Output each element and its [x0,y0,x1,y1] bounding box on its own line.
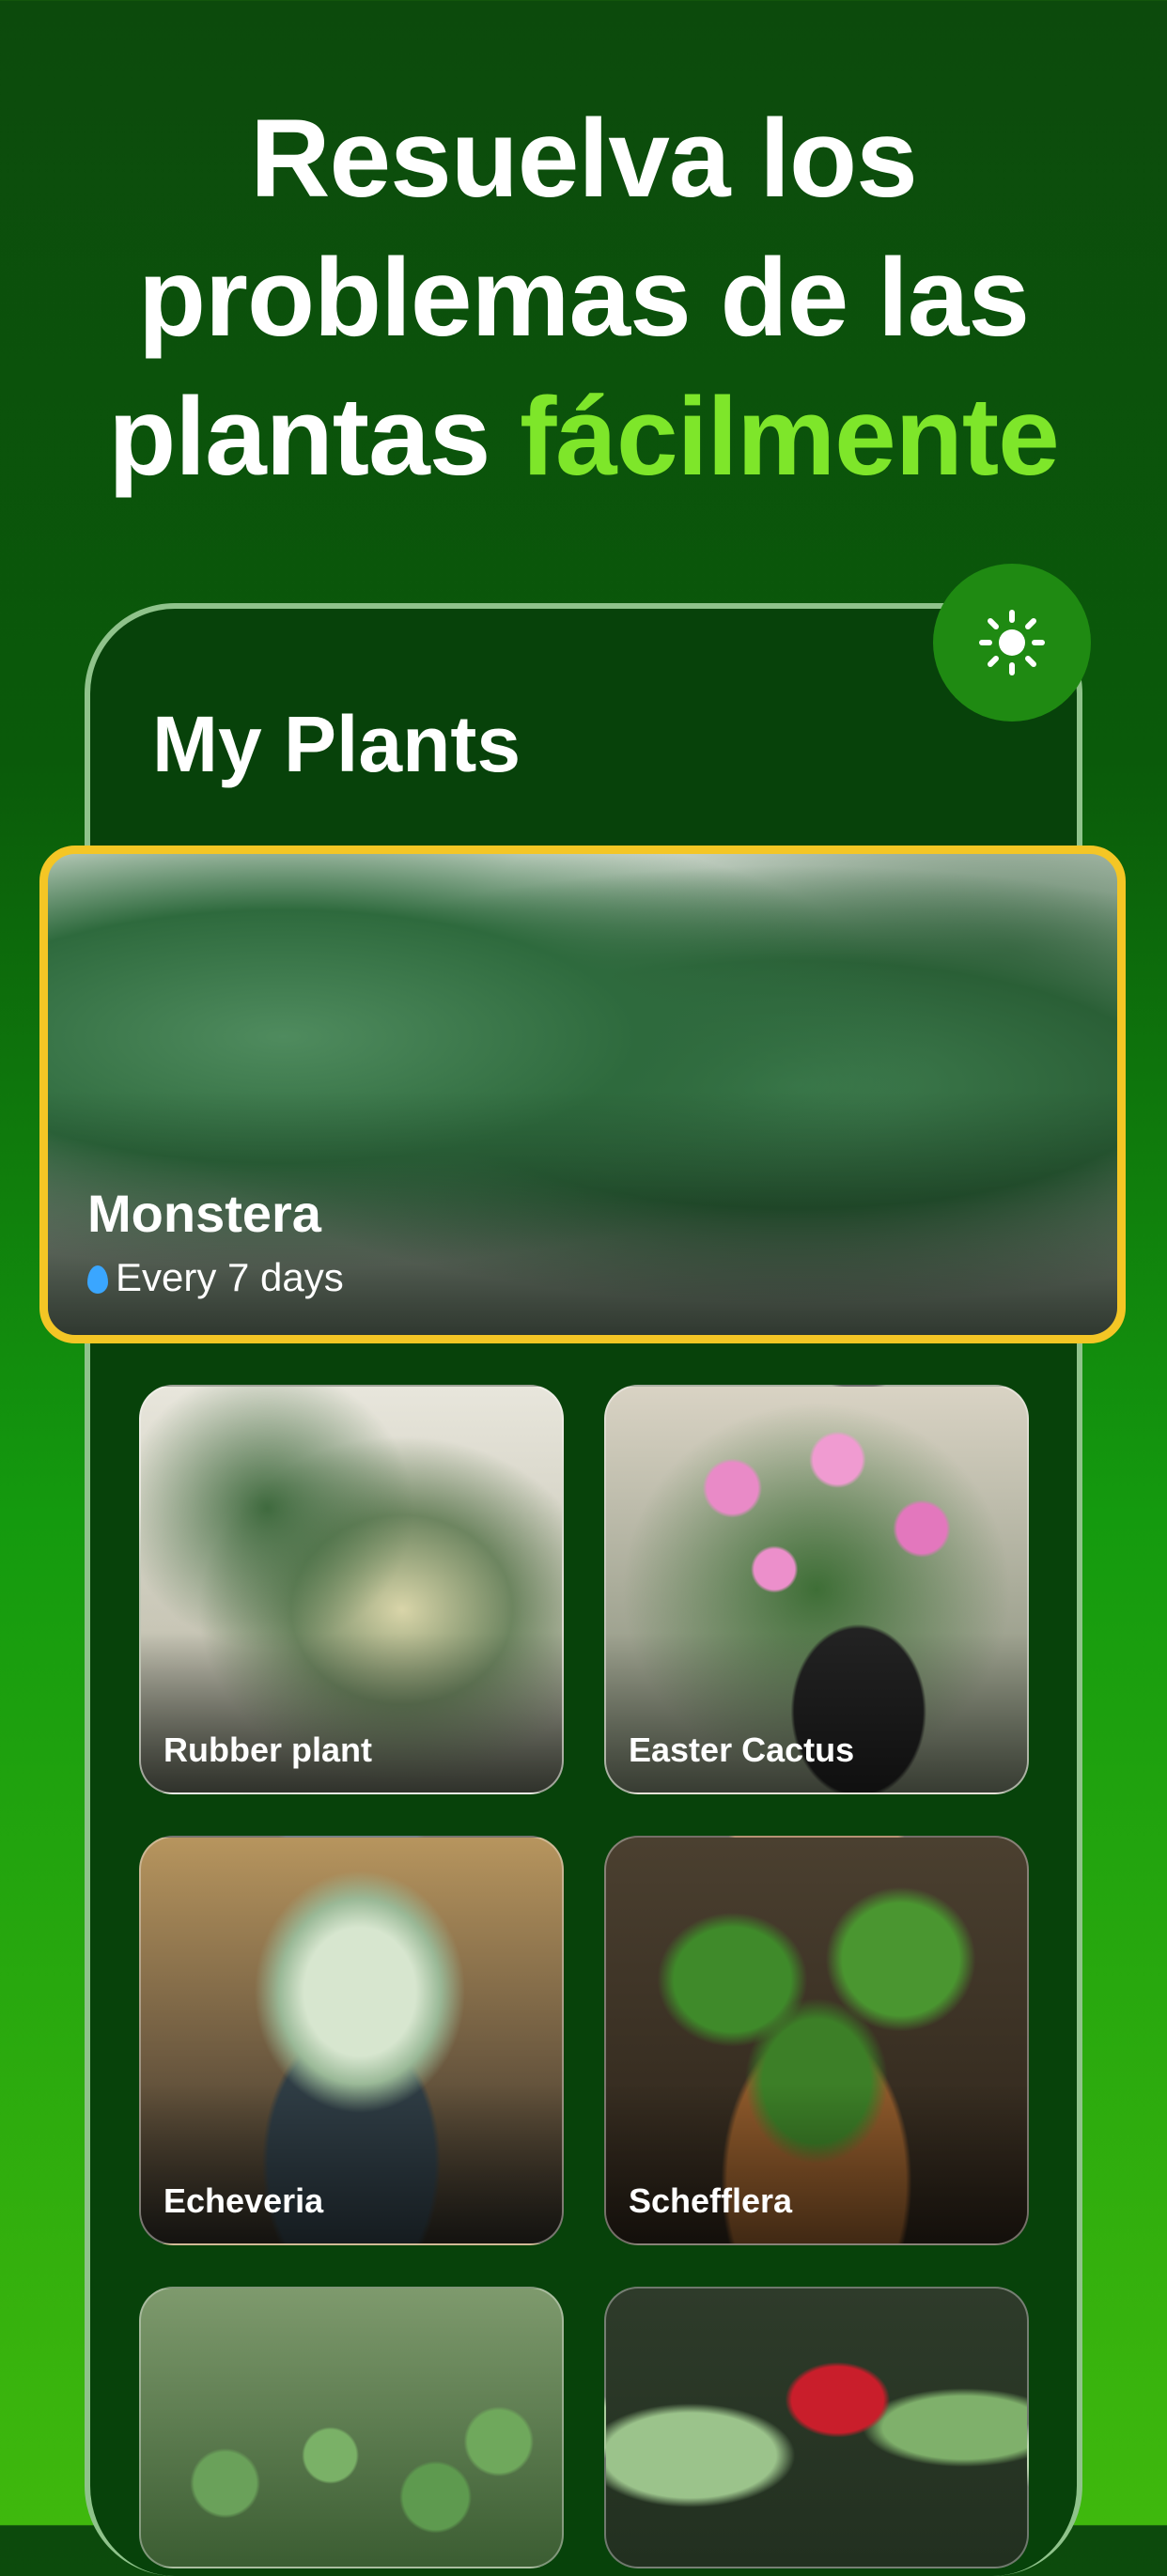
plant-name: Rubber plant [163,1730,372,1769]
plant-card-anthurium[interactable] [604,2287,1029,2568]
plant-name: Schefflera [629,2181,793,2220]
water-drop-icon [87,1265,108,1294]
plant-name: Echeveria [163,2181,324,2220]
headline-line-1: Resuelva los [250,97,917,221]
theme-toggle-button[interactable] [933,564,1091,722]
plant-card-schefflera[interactable]: Schefflera [604,1836,1029,2245]
headline-line-2: problemas de las [137,236,1030,360]
sun-icon [979,610,1045,675]
featured-plant-name: Monstera [87,1184,321,1243]
headline-line-3-plain: plantas [108,375,490,499]
plant-card-pilea[interactable] [139,2287,564,2568]
plant-card-rubber-plant[interactable]: Rubber plant [139,1385,564,1794]
page-title: My Plants [152,700,521,788]
featured-plant-card[interactable]: Monstera Every 7 days [39,846,1126,1343]
headline: Resuelva los problemas de las plantas fá… [0,89,1167,506]
plant-name: Easter Cactus [629,1730,855,1769]
headline-line-3: plantas fácilmente [0,367,1167,506]
plant-card-easter-cactus[interactable]: Easter Cactus [604,1385,1029,1794]
watering-schedule: Every 7 days [87,1255,344,1300]
plant-card-echeveria[interactable]: Echeveria [139,1836,564,2245]
watering-frequency: Every 7 days [116,1255,344,1299]
headline-accent-word: fácilmente [520,375,1060,499]
